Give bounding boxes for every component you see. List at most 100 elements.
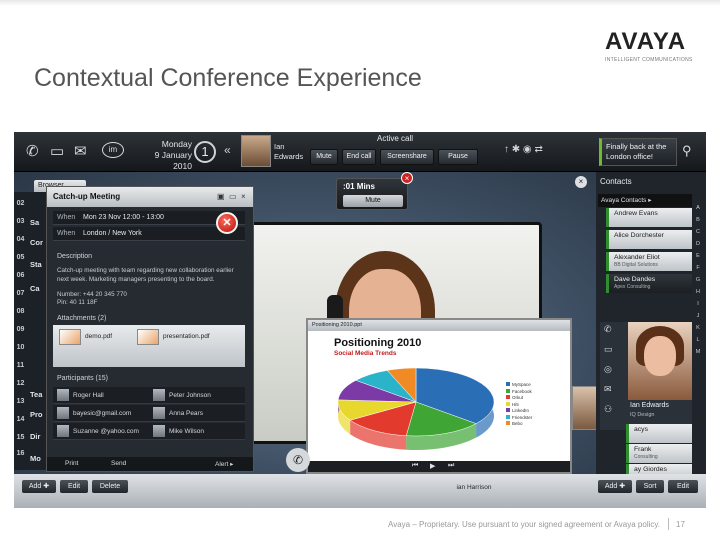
alphabet-letter[interactable]: E [692, 250, 704, 262]
attachments-list: demo.pdf presentation.pdf [53, 325, 245, 367]
contact-row[interactable]: Alice Dorchester [606, 230, 692, 249]
pdf-icon [137, 329, 159, 345]
call-icon[interactable]: ✆ [286, 448, 310, 472]
day-number[interactable]: 14 [15, 416, 26, 423]
alphabet-letter[interactable]: D [692, 238, 704, 250]
mute-button[interactable]: Mute [310, 149, 338, 165]
day-number[interactable]: 12 [15, 380, 26, 387]
pause-button[interactable]: Pause [438, 149, 478, 165]
attachment-item[interactable]: presentation.pdf [163, 333, 210, 340]
window-icon[interactable]: ▣ [217, 192, 225, 201]
alphabet-index[interactable]: ABCDEFGHIJKLM [692, 202, 704, 358]
alphabet-letter[interactable]: A [692, 202, 704, 214]
print-button[interactable]: Print [65, 460, 78, 467]
alphabet-letter[interactable]: L [692, 334, 704, 346]
participant-name[interactable]: Suzanne @yahoo.com [73, 428, 139, 435]
contact-row[interactable]: ian Harrison [446, 484, 502, 491]
participant-name[interactable]: Anna Pears [169, 410, 203, 417]
play-icon[interactable]: ▶ [430, 462, 435, 470]
status-icons: ↑ ✱ ◉ ⇄ [504, 144, 543, 155]
video-icon[interactable]: ▭ [604, 344, 613, 355]
end-call-button[interactable]: End call [342, 149, 376, 165]
add-button[interactable]: Add ✚ [22, 480, 56, 493]
avatar [153, 425, 165, 437]
alphabet-letter[interactable]: J [692, 310, 704, 322]
participant-name[interactable]: Peter Johnson [169, 392, 211, 399]
active-call-panel: Active call Mute End call Screenshare Pa… [310, 133, 480, 171]
presentation-window[interactable]: Positioning 2010.ppt Positioning 2010 So… [306, 318, 572, 474]
edit-contacts-button[interactable]: Edit [668, 480, 698, 493]
avaya-logo: AVAYA [605, 28, 687, 55]
collapse-chevron-icon[interactable]: « [224, 143, 231, 157]
minimize-icon[interactable]: ▭ [229, 192, 237, 201]
contact-row[interactable]: Alexander Eliot BB Digital Solutions [606, 252, 692, 271]
day-number[interactable]: 03 [15, 218, 26, 225]
day-number[interactable]: 06 [15, 272, 26, 279]
add-contact-button[interactable]: Add ✚ [598, 480, 632, 493]
day-number[interactable]: 09 [15, 326, 26, 333]
close-meeting-icon[interactable]: ✕ [216, 212, 238, 234]
contact-name: Alice Dorchester [614, 232, 664, 239]
contact-photo-face [644, 336, 676, 376]
avatar [57, 389, 69, 401]
skip-back-icon[interactable]: ⏮ [412, 462, 418, 470]
alphabet-letter[interactable]: H [692, 286, 704, 298]
email-icon[interactable]: ✉ [74, 142, 87, 160]
screenshare-button[interactable]: Screenshare [380, 149, 434, 165]
alphabet-letter[interactable]: F [692, 262, 704, 274]
search-icon[interactable]: ⚲ [682, 143, 692, 159]
date-display: Monday 9 January 2010 [154, 139, 192, 171]
attachment-item[interactable]: demo.pdf [85, 333, 112, 340]
skip-forward-icon[interactable]: ⏭ [448, 462, 454, 470]
contacts-dropdown[interactable]: Avaya Contacts ▸ [598, 194, 692, 207]
alphabet-letter[interactable]: M [692, 346, 704, 358]
alphabet-letter[interactable]: G [692, 274, 704, 286]
close-icon[interactable]: × [241, 192, 246, 201]
mute-popup-close-icon[interactable]: × [401, 172, 413, 184]
day-number[interactable]: 08 [15, 308, 26, 315]
participant-name[interactable]: Roger Hall [73, 392, 104, 399]
contact-row[interactable]: Frank Consulting [626, 444, 692, 463]
avatar [57, 425, 69, 437]
contact-row[interactable]: acys [626, 424, 692, 443]
sort-button[interactable]: Sort [636, 480, 664, 493]
alphabet-letter[interactable]: B [692, 214, 704, 226]
day-number[interactable]: 07 [15, 290, 26, 297]
contact-row[interactable]: Dave Dandes Apex Consulting [606, 274, 692, 293]
edit-button[interactable]: Edit [60, 480, 88, 493]
status-message[interactable]: Finally back at the London office! [599, 138, 677, 166]
contact-row[interactable]: Andrew Evans [606, 208, 692, 227]
day-number[interactable]: 04 [15, 236, 26, 243]
avatar [57, 407, 69, 419]
alphabet-letter[interactable]: K [692, 322, 704, 334]
participant-name[interactable]: Mike Wilson [169, 428, 204, 435]
im-icon[interactable]: ◎ [604, 364, 612, 375]
day-number[interactable]: 16 [15, 450, 26, 457]
video-icon[interactable]: ▭ [50, 142, 64, 160]
presentation-tab[interactable]: Positioning 2010.ppt [308, 320, 570, 331]
contacts-close-icon[interactable]: × [575, 176, 587, 188]
day-number[interactable]: 11 [15, 362, 26, 369]
day-number[interactable]: 10 [15, 344, 26, 351]
participants-heading: Participants (15) [57, 375, 108, 382]
meeting-title: Catch-up Meeting [53, 192, 121, 201]
day-number[interactable]: 15 [15, 434, 26, 441]
send-button[interactable]: Send [111, 460, 126, 467]
alphabet-letter[interactable]: I [692, 298, 704, 310]
day-number[interactable]: 02 [15, 200, 26, 207]
social-icon[interactable]: ⚇ [604, 404, 612, 415]
day-number[interactable]: 05 [15, 254, 26, 261]
phone-icon[interactable]: ✆ [604, 324, 612, 335]
phone-icon[interactable]: ✆ [26, 142, 39, 160]
featured-contact[interactable]: ✆ ▭ ◎ ✉ ⚇ Ian Edwards IQ Design [600, 322, 692, 430]
desktop-screen: ✆ ▭ ✉ im Monday 9 January 2010 1 « Ian E… [14, 132, 706, 508]
mute-popup-button[interactable]: Mute [343, 195, 403, 207]
alert-button[interactable]: Alert ▸ [215, 460, 233, 468]
participant-name[interactable]: bayesic@gmail.com [73, 410, 131, 417]
footer-divider [668, 518, 669, 530]
email-icon[interactable]: ✉ [604, 384, 612, 395]
delete-button[interactable]: Delete [92, 480, 128, 493]
alphabet-letter[interactable]: C [692, 226, 704, 238]
day-number[interactable]: 13 [15, 398, 26, 405]
im-icon[interactable]: im [102, 142, 124, 158]
